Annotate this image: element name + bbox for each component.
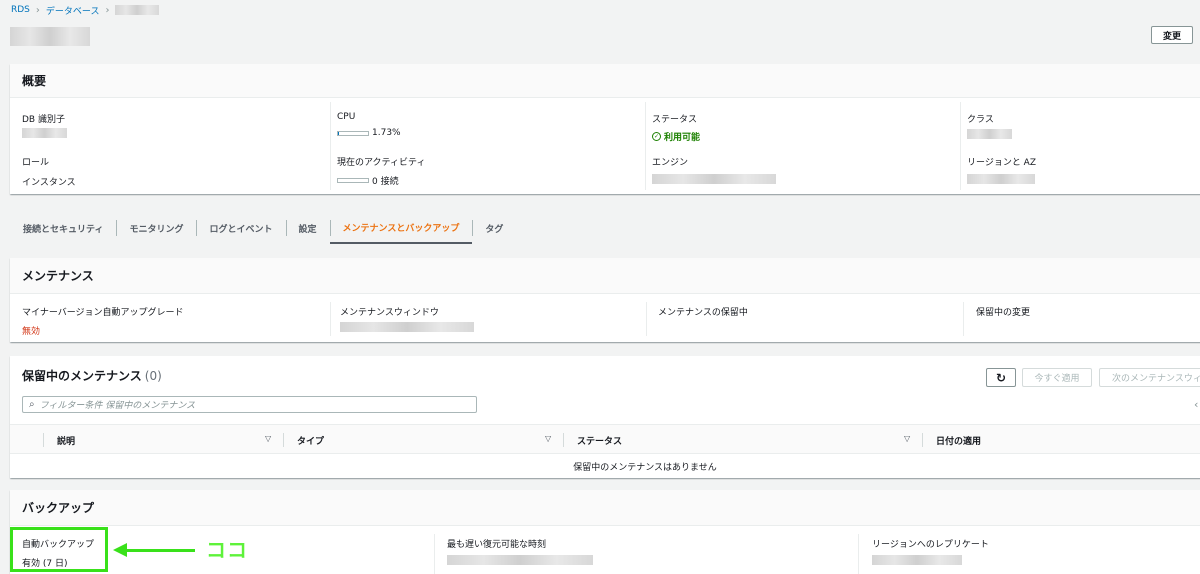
status-value: 利用可能 <box>664 133 701 143</box>
annotation-label: ココ <box>206 538 248 562</box>
page-title-redacted <box>10 27 90 46</box>
pending-maintenance-title: 保留中のメンテナンス <box>22 369 142 383</box>
tab-logs-events[interactable]: ログとイベント <box>196 212 285 244</box>
divider <box>645 102 646 190</box>
column-status[interactable]: ステータス <box>577 425 622 455</box>
db-id-label: DB 識別子 <box>22 115 65 125</box>
highlight-box <box>10 527 108 572</box>
divider <box>43 433 44 447</box>
backup-title: バックアップ <box>10 490 1200 526</box>
refresh-button[interactable]: ↻ <box>986 368 1016 387</box>
chevron-left-icon[interactable]: ‹ <box>1194 398 1198 411</box>
status-available: ✓ 利用可能 <box>652 130 700 143</box>
summary-title: 概要 <box>10 64 1200 98</box>
role-label: ロール <box>22 158 50 168</box>
engine-value-redacted <box>652 174 776 184</box>
column-description[interactable]: 説明 <box>57 425 75 455</box>
tab-maintenance-backup[interactable]: メンテナンスとバックアップ <box>329 212 473 244</box>
latest-restorable-label: 最も遅い復元可能な時刻 <box>447 540 547 550</box>
check-circle-icon: ✓ <box>652 132 661 141</box>
apply-next-window-button[interactable]: 次のメンテナンスウィ <box>1099 368 1200 387</box>
pending-maintenance-panel: 保留中のメンテナンス (0) ↻ 今すぐ適用 次のメンテナンスウィ ⌕ フィルター… <box>10 356 1200 478</box>
db-id-value-redacted <box>22 128 67 138</box>
table-empty-row: 保留中のメンテナンスはありません <box>10 454 1200 478</box>
backup-panel: バックアップ 自動バックアップ 有効 (7 日) 最も遅い復元可能な時刻 リージ… <box>10 490 1200 574</box>
activity-label: 現在のアクティビティ <box>337 158 426 168</box>
breadcrumb: RDS › データベース › <box>11 4 160 17</box>
maintenance-window-value-redacted <box>340 322 474 332</box>
column-type[interactable]: タイプ <box>297 425 324 455</box>
search-input[interactable]: ⌕ フィルター条件 保留中のメンテナンス <box>22 396 477 413</box>
cpu-label: CPU <box>337 112 356 122</box>
sort-icon[interactable]: ▽ <box>904 434 910 443</box>
sort-icon[interactable]: ▽ <box>545 434 551 443</box>
role-value: インスタンス <box>22 178 76 188</box>
chevron-right-icon: › <box>105 4 110 16</box>
activity-value: 0 接続 <box>372 177 399 187</box>
pending-maintenance-count: (0) <box>144 369 162 383</box>
tab-configuration[interactable]: 設定 <box>285 212 330 244</box>
engine-label: エンジン <box>652 158 689 168</box>
cpu-meter <box>337 130 369 136</box>
apply-now-button[interactable]: 今すぐ適用 <box>1022 368 1092 387</box>
pending-changes-label: 保留中の変更 <box>976 308 1031 318</box>
tab-tags[interactable]: タグ <box>472 212 516 244</box>
region-replication-label: リージョンへのレプリケート <box>872 540 989 550</box>
divider <box>283 433 284 447</box>
summary-panel: 概要 DB 識別子 ロール インスタンス CPU 1.73% 現在のアクティビテ… <box>10 64 1200 194</box>
auto-upgrade-value: 無効 <box>22 327 41 337</box>
region-label: リージョンと AZ <box>967 158 1037 168</box>
region-replication-value-redacted <box>872 555 962 565</box>
search-placeholder: フィルター条件 保留中のメンテナンス <box>39 401 196 411</box>
activity-meter <box>337 178 369 183</box>
region-value-redacted <box>967 174 1035 184</box>
table-header: 説明 ▽ タイプ ▽ ステータス ▽ 日付の適用 <box>10 424 1200 454</box>
breadcrumb-rds-link[interactable]: RDS <box>11 5 30 15</box>
refresh-icon: ↻ <box>995 370 1007 385</box>
annotation-arrow-line <box>125 549 195 552</box>
tab-connectivity[interactable]: 接続とセキュリティ <box>10 212 116 244</box>
auto-upgrade-label: マイナーバージョン自動アップグレード <box>22 308 184 318</box>
divider <box>963 302 964 336</box>
pending-maintenance-heading: 保留中のメンテナンス (0) <box>22 367 162 384</box>
divider <box>434 534 435 574</box>
breadcrumb-databases-link[interactable]: データベース <box>46 4 100 17</box>
divider <box>922 433 923 447</box>
class-value-redacted <box>967 129 1012 139</box>
divider <box>563 433 564 447</box>
cpu-value: 1.73% <box>372 128 401 138</box>
breadcrumb-db-name-redacted <box>115 5 160 15</box>
divider <box>330 102 331 190</box>
maintenance-window-label: メンテナンスウィンドウ <box>340 308 439 318</box>
latest-restorable-value-redacted <box>447 555 593 565</box>
divider <box>646 302 647 336</box>
tab-monitoring[interactable]: モニタリング <box>116 212 196 244</box>
divider <box>960 102 961 190</box>
maintenance-panel: メンテナンス マイナーバージョン自動アップグレード 無効 メンテナンスウィンドウ… <box>10 258 1200 342</box>
status-label: ステータス <box>652 115 698 125</box>
divider <box>330 302 331 336</box>
modify-button[interactable]: 変更 <box>1151 26 1193 44</box>
class-label: クラス <box>967 115 994 125</box>
detail-tabs: 接続とセキュリティ モニタリング ログとイベント 設定 メンテナンスとバックアッ… <box>10 212 516 244</box>
chevron-right-icon: › <box>35 4 40 16</box>
search-icon: ⌕ <box>29 399 35 410</box>
sort-icon[interactable]: ▽ <box>265 434 271 443</box>
empty-message: 保留中のメンテナンスはありません <box>573 462 717 473</box>
divider <box>858 534 859 574</box>
pending-maintenance-label: メンテナンスの保留中 <box>658 308 748 318</box>
maintenance-title: メンテナンス <box>10 258 1200 294</box>
column-apply-date[interactable]: 日付の適用 <box>936 425 981 455</box>
